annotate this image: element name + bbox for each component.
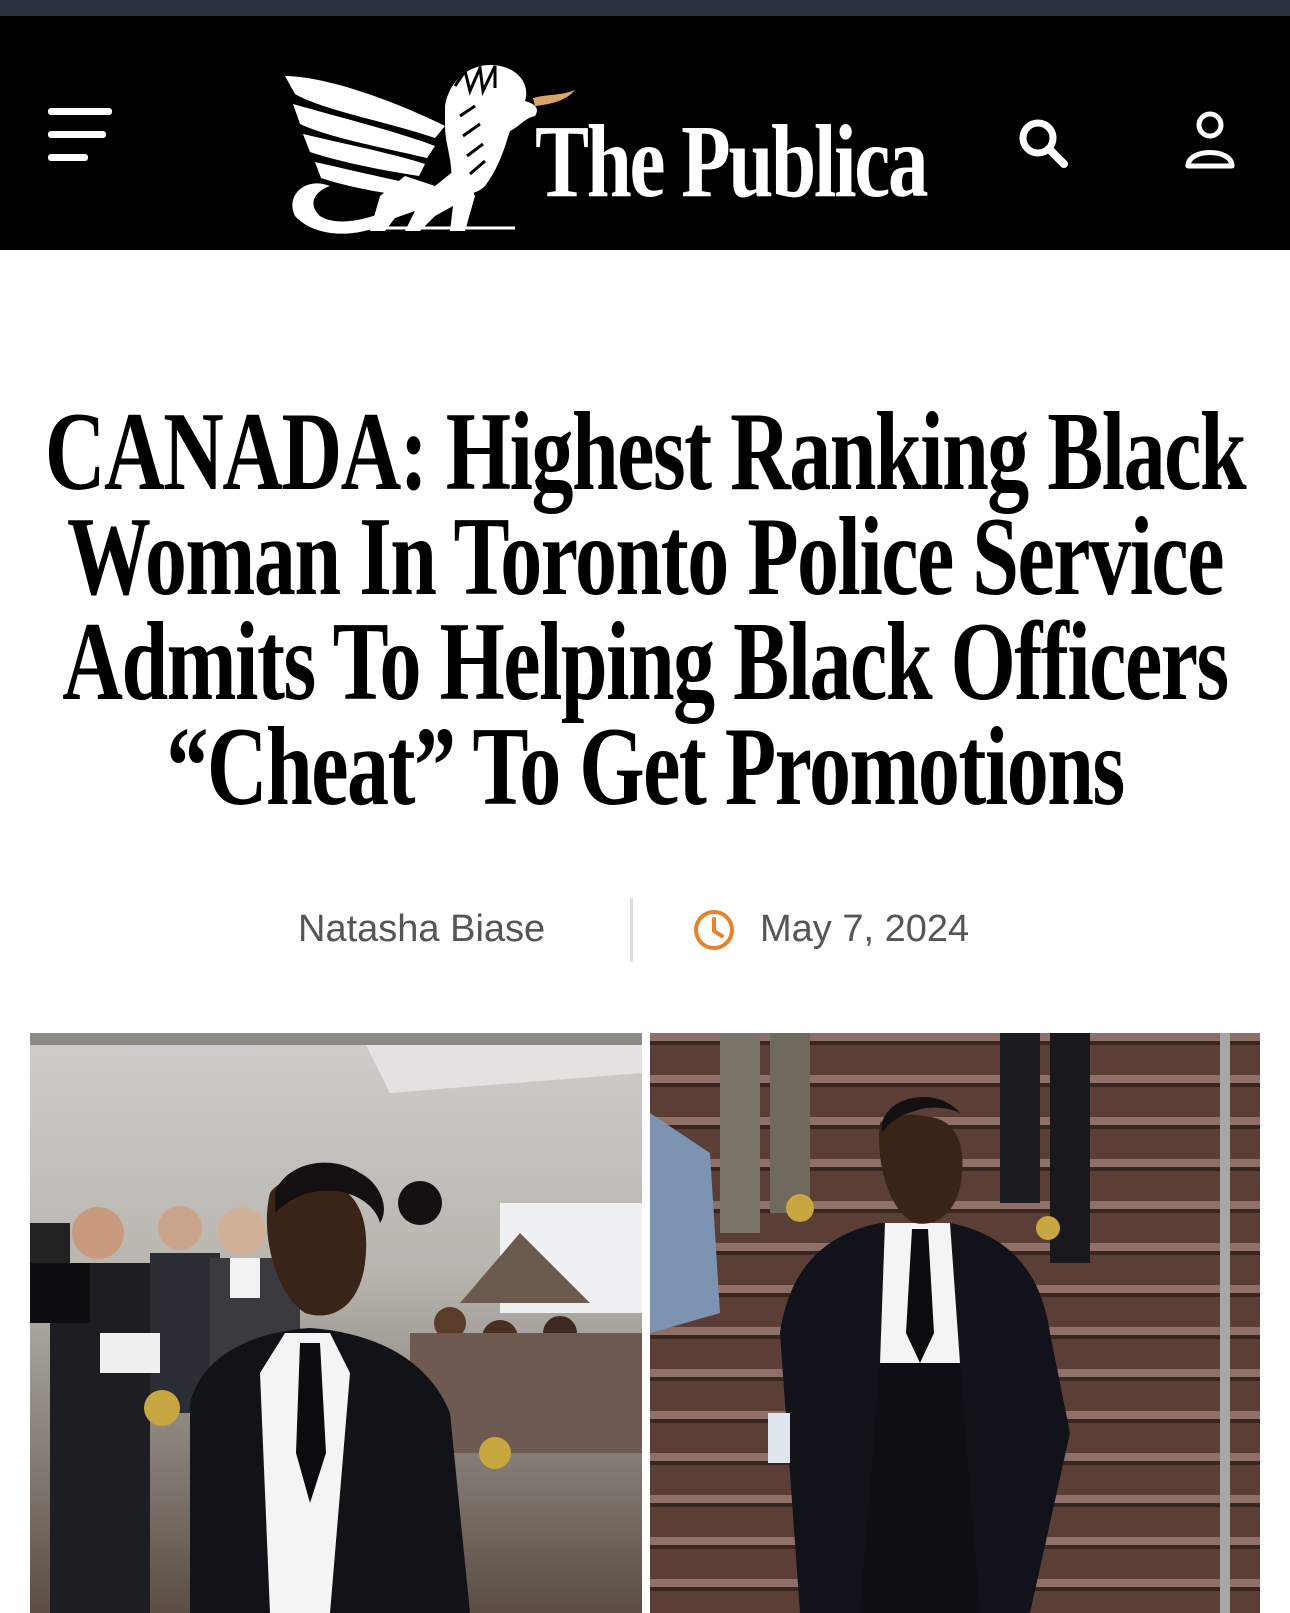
author-link[interactable]: Natasha Biase: [298, 908, 545, 951]
clock-icon: [692, 908, 736, 952]
search-icon[interactable]: [1016, 116, 1076, 176]
article-title-text: CANADA: Highest Ranking Black Woman In T…: [44, 390, 1247, 829]
byline-divider: [630, 898, 633, 962]
user-icon[interactable]: [1180, 108, 1240, 178]
site-logo[interactable]: The Publica: [285, 46, 945, 246]
status-bar: [0, 0, 1290, 16]
site-name: The Publica: [535, 104, 929, 219]
publish-date: May 7, 2024: [760, 908, 970, 950]
article-photo-right: [650, 1033, 1260, 1613]
hamburger-menu-icon[interactable]: [44, 94, 116, 174]
article-title: CANADA: Highest Ranking Black Woman In T…: [30, 390, 1260, 829]
article-photo-left: [30, 1033, 642, 1613]
site-header: The Publica: [0, 16, 1290, 250]
article-byline: Natasha Biase May 7, 2024: [0, 898, 1290, 964]
